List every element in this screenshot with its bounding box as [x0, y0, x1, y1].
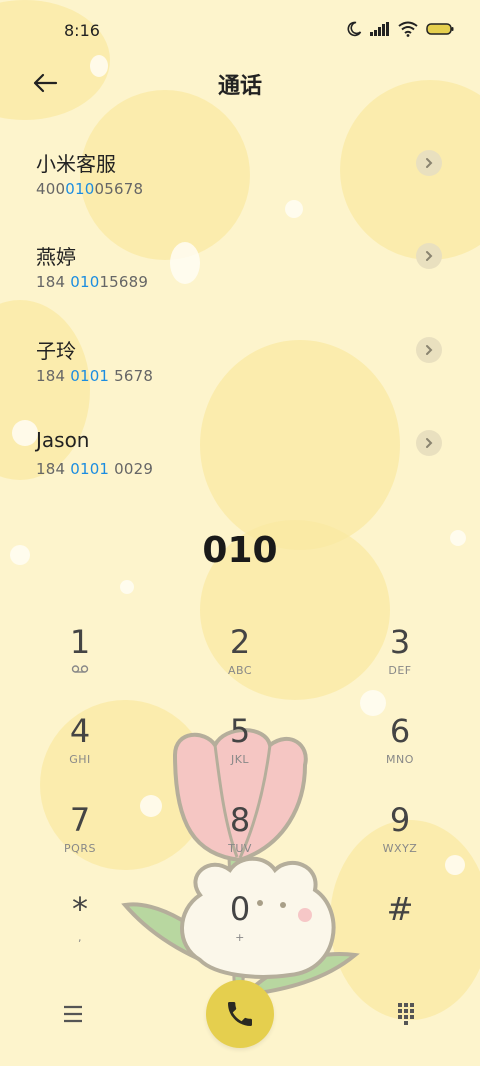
- number-part: 400: [36, 180, 66, 198]
- key-7[interactable]: 7 PQRS: [20, 800, 140, 880]
- number-part: 184: [36, 273, 71, 291]
- key-digit: 3: [389, 623, 411, 661]
- status-time: 8:16: [64, 21, 100, 40]
- key-digit: 6: [389, 712, 411, 750]
- key-letters: WXYZ: [382, 842, 418, 855]
- key-digit: 5: [229, 712, 251, 750]
- battery-icon: [426, 23, 454, 35]
- key-letters: TUV: [228, 842, 252, 855]
- chevron-right-icon: [426, 158, 433, 168]
- key-8[interactable]: 8 TUV: [180, 800, 300, 880]
- call-button[interactable]: [206, 980, 274, 1048]
- menu-button[interactable]: [58, 998, 90, 1030]
- key-digit: 4: [69, 712, 91, 750]
- key-1[interactable]: 1: [20, 622, 140, 702]
- contact-item[interactable]: Jason 184 0101 0029: [0, 428, 480, 508]
- key-digit: *: [72, 890, 88, 928]
- chevron-right-icon: [426, 438, 433, 448]
- key-digit: #: [386, 890, 414, 928]
- key-5[interactable]: 5 JKL: [180, 711, 300, 791]
- contact-details-button[interactable]: [416, 243, 442, 269]
- contact-item[interactable]: 小米客服 40001005678: [0, 148, 480, 228]
- chevron-right-icon: [426, 251, 433, 261]
- number-part: 15689: [99, 273, 149, 291]
- header: 通话: [0, 60, 480, 106]
- chevron-right-icon: [426, 345, 433, 355]
- menu-icon: [64, 1005, 82, 1023]
- status-icons: [346, 21, 454, 37]
- bottom-action-bar: [0, 980, 480, 1050]
- number-part: 5678: [109, 367, 154, 385]
- toggle-dialpad-button[interactable]: [390, 998, 422, 1030]
- dialed-number-display[interactable]: 010: [0, 530, 480, 571]
- key-digit: 1: [69, 623, 91, 661]
- contact-number: 184 0101 5678: [36, 367, 153, 385]
- key-digit: 0: [229, 890, 251, 928]
- number-part: 184: [36, 367, 71, 385]
- key-letters: PQRS: [64, 842, 96, 855]
- contact-name: 小米客服: [36, 152, 116, 176]
- contact-item[interactable]: 子玲 184 0101 5678: [0, 335, 480, 415]
- number-match-highlight: 0101: [70, 460, 110, 478]
- key-2[interactable]: 2 ABC: [180, 622, 300, 702]
- number-match-highlight: 010: [70, 273, 100, 291]
- number-match-highlight: 010: [65, 180, 95, 198]
- key-star[interactable]: * ,: [20, 889, 140, 969]
- key-letters: JKL: [230, 753, 250, 766]
- key-letters: MNO: [386, 753, 414, 766]
- signal-icon: [370, 22, 389, 36]
- key-digit: 9: [389, 801, 411, 839]
- key-hash[interactable]: #: [340, 889, 460, 969]
- number-part: 05678: [94, 180, 144, 198]
- key-9[interactable]: 9 WXYZ: [340, 800, 460, 880]
- contact-details-button[interactable]: [416, 337, 442, 363]
- contact-name: 子玲: [36, 339, 76, 363]
- contact-number: 184 01015689: [36, 273, 148, 291]
- key-digit: 2: [229, 623, 251, 661]
- phone-icon: [228, 1002, 252, 1026]
- number-part: 0029: [109, 460, 154, 478]
- wifi-icon: [398, 21, 418, 37]
- contact-details-button[interactable]: [416, 430, 442, 456]
- page-title: 通话: [217, 74, 262, 99]
- key-6[interactable]: 6 MNO: [340, 711, 460, 791]
- key-digit: 8: [229, 801, 251, 839]
- dialpad-icon: [398, 1003, 414, 1025]
- do-not-disturb-moon-icon: [347, 21, 362, 37]
- key-letters: ,: [78, 931, 82, 944]
- key-letters: GHI: [69, 753, 91, 766]
- contact-number: 184 0101 0029: [36, 460, 153, 478]
- contact-name: 燕婷: [36, 245, 76, 269]
- key-letters: DEF: [388, 664, 412, 677]
- key-letters: +: [235, 931, 245, 944]
- contact-details-button[interactable]: [416, 150, 442, 176]
- key-letters: ABC: [227, 664, 253, 677]
- key-letters: [340, 931, 460, 945]
- contact-number: 40001005678: [36, 180, 143, 198]
- key-digit: 7: [69, 801, 91, 839]
- number-part: 184: [36, 460, 71, 478]
- contact-name: Jason: [36, 428, 90, 452]
- voicemail-icon: [20, 664, 140, 678]
- key-0[interactable]: 0 +: [180, 889, 300, 969]
- key-3[interactable]: 3 DEF: [340, 622, 460, 702]
- key-4[interactable]: 4 GHI: [20, 711, 140, 791]
- contact-item[interactable]: 燕婷 184 01015689: [0, 241, 480, 321]
- number-match-highlight: 0101: [70, 367, 110, 385]
- status-bar: 8:16: [0, 0, 480, 60]
